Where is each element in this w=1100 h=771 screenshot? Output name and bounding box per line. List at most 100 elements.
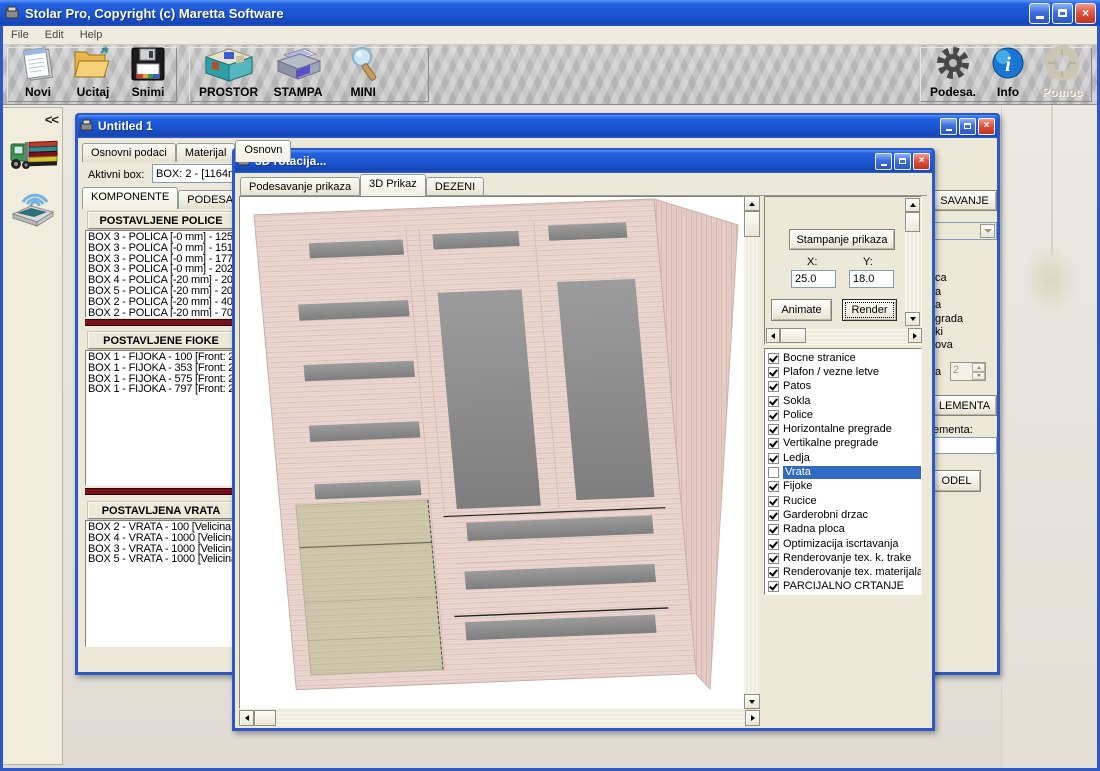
gear-icon (931, 45, 975, 85)
rotation-dialog-title: 3D rotacija... (255, 154, 875, 168)
part-checkbox-row[interactable]: Renderovanje tex. materijala (767, 565, 921, 579)
part-checkbox[interactable] (768, 396, 779, 407)
app-maximize-button[interactable] (1052, 3, 1073, 24)
menu-edit[interactable]: Edit (37, 27, 72, 43)
panel-hscrollbar[interactable] (766, 328, 922, 343)
police-list-item[interactable]: BOX 2 - POLICA [-20 mm] - 400 (88, 297, 234, 308)
viewport-3d[interactable] (239, 196, 744, 709)
part-label: Rucice (783, 495, 817, 508)
elementa-button-fragment[interactable]: LEMENTA (933, 395, 997, 416)
part-label: Fijoke (783, 480, 812, 493)
part-checkbox[interactable] (768, 453, 779, 464)
fioke-list-item[interactable]: BOX 1 - FIJOKA - 797 [Front: 218] (88, 384, 234, 395)
part-checkbox-row[interactable]: PARCIJALNO CRTANJE (767, 580, 921, 594)
part-checkbox-row[interactable]: Optimizacija iscrtavanja (767, 537, 921, 551)
part-checkbox[interactable] (768, 581, 779, 592)
fioke-list-item[interactable]: BOX 1 - FIJOKA - 353 [Front: 218] (88, 363, 234, 374)
panel-vscrollbar[interactable] (905, 198, 920, 326)
info-button[interactable]: i Info (985, 44, 1031, 99)
save-button[interactable]: Snimi (124, 44, 172, 99)
part-checkbox-row[interactable]: Ledja (767, 451, 921, 465)
part-checkbox[interactable] (768, 381, 779, 392)
tab-materijal[interactable]: Materijal (176, 143, 236, 162)
part-checkbox-row[interactable]: Bocne stranice (767, 351, 921, 365)
sidebar-collapse-button[interactable]: << (45, 112, 58, 127)
part-checkbox-row[interactable]: Fijoke (767, 480, 921, 494)
police-list-item[interactable]: BOX 2 - POLICA [-20 mm] - 700 (88, 308, 234, 318)
stepper-value: 2 (951, 363, 972, 380)
part-checkbox[interactable] (768, 481, 779, 492)
tab-dezeni[interactable]: DEZENI (426, 177, 484, 196)
part-label: Renderovanje tex. k. trake (783, 552, 911, 565)
part-checkbox-row[interactable]: Renderovanje tex. k. trake (767, 551, 921, 565)
tab-osnovni[interactable]: Osnovn (235, 140, 291, 162)
dialog-minimize-button[interactable] (875, 153, 892, 170)
vrata-list-item[interactable]: BOX 5 - VRATA - 1000 [Velicina: (88, 554, 234, 565)
dialog-close-button[interactable]: × (913, 153, 930, 170)
app-minimize-button[interactable] (1029, 3, 1050, 24)
part-checkbox-row[interactable]: Rucice (767, 494, 921, 508)
part-checkbox[interactable] (768, 367, 779, 378)
element-name-input[interactable] (931, 437, 997, 454)
y-rotation-input[interactable] (849, 270, 894, 288)
prostor-button[interactable]: PROSTOR (196, 44, 261, 99)
tab-podesavanje-prikaza[interactable]: Podesavanje prikaza (240, 177, 360, 196)
part-checkbox-row[interactable]: Vertikalne pregrade (767, 437, 921, 451)
part-checkbox[interactable] (768, 510, 779, 521)
menu-file[interactable]: File (3, 27, 37, 43)
document-maximize-button[interactable] (959, 118, 976, 135)
print-view-button[interactable]: Stampanje prikaza (789, 229, 895, 250)
scanner-icon[interactable] (9, 182, 59, 228)
part-checkbox[interactable] (768, 410, 779, 421)
document-minimize-button[interactable] (940, 118, 957, 135)
disabled-combo-fragment[interactable] (933, 222, 997, 240)
vrata-list: BOX 2 - VRATA - 100 [Velicina: 9BOX 4 - … (85, 520, 235, 647)
dialog-maximize-button[interactable] (894, 153, 911, 170)
info-icon: i (988, 45, 1028, 85)
part-checkbox-row[interactable]: Sokla (767, 394, 921, 408)
part-checkbox[interactable] (768, 353, 779, 364)
part-checkbox-row[interactable]: Patos (767, 380, 921, 394)
podesavanje-button-fragment[interactable]: SAVANJE (933, 190, 997, 211)
document-window-icon (80, 119, 94, 133)
rotation-dialog-titlebar: 3D rotacija... × (235, 150, 932, 172)
mini-button[interactable]: MINI (335, 44, 391, 99)
part-checkbox-row[interactable]: Police (767, 408, 921, 422)
forklift-icon[interactable] (9, 134, 59, 176)
app-close-button[interactable]: × (1075, 3, 1096, 24)
part-checkbox[interactable] (768, 467, 779, 478)
label-fragment: ca (935, 272, 947, 284)
x-rotation-input[interactable] (791, 270, 836, 288)
part-checkbox-row[interactable]: Horizontalne pregrade (767, 422, 921, 436)
settings-button[interactable]: Podesa. (927, 44, 979, 99)
document-close-button[interactable]: × (978, 118, 995, 135)
stampa-button[interactable]: STAMPA (267, 44, 329, 99)
part-checkbox[interactable] (768, 496, 779, 507)
new-button[interactable]: Novi (14, 44, 62, 99)
subtab-komponente[interactable]: KOMPONENTE (82, 187, 178, 209)
help-button[interactable]: Pomoc (1037, 44, 1087, 99)
part-label: Vertikalne pregrade (783, 437, 878, 450)
police-list-item[interactable]: BOX 3 - POLICA [-0 mm] - 1514 (88, 243, 234, 254)
animate-button[interactable]: Animate (771, 299, 832, 321)
viewport-vscrollbar[interactable] (744, 196, 760, 709)
part-checkbox-row[interactable]: Garderobni drzac (767, 508, 921, 522)
part-checkbox[interactable] (768, 553, 779, 564)
part-checkbox[interactable] (768, 567, 779, 578)
render-button[interactable]: Render (842, 299, 897, 321)
part-checkbox-row[interactable]: Plafon / vezne letve (767, 365, 921, 379)
open-button[interactable]: Ucitaj (68, 44, 118, 99)
part-checkbox-row[interactable]: Vrata (767, 465, 921, 479)
part-checkbox[interactable] (768, 539, 779, 550)
part-checkbox[interactable] (768, 438, 779, 449)
tab-3d-prikaz[interactable]: 3D Prikaz (360, 174, 426, 196)
model-button-fragment[interactable]: ODEL (933, 470, 981, 492)
part-checkbox[interactable] (768, 424, 779, 435)
tab-osnovni-podaci[interactable]: Osnovni podaci (82, 143, 176, 162)
vrata-list-item[interactable]: BOX 4 - VRATA - 1000 [Velicina: (88, 533, 234, 544)
part-checkbox[interactable] (768, 524, 779, 535)
menu-help[interactable]: Help (72, 27, 111, 43)
viewport-hscrollbar[interactable] (239, 710, 760, 726)
part-checkbox-row[interactable]: Radna ploca (767, 523, 921, 537)
quantity-stepper[interactable]: 2 (950, 362, 986, 381)
